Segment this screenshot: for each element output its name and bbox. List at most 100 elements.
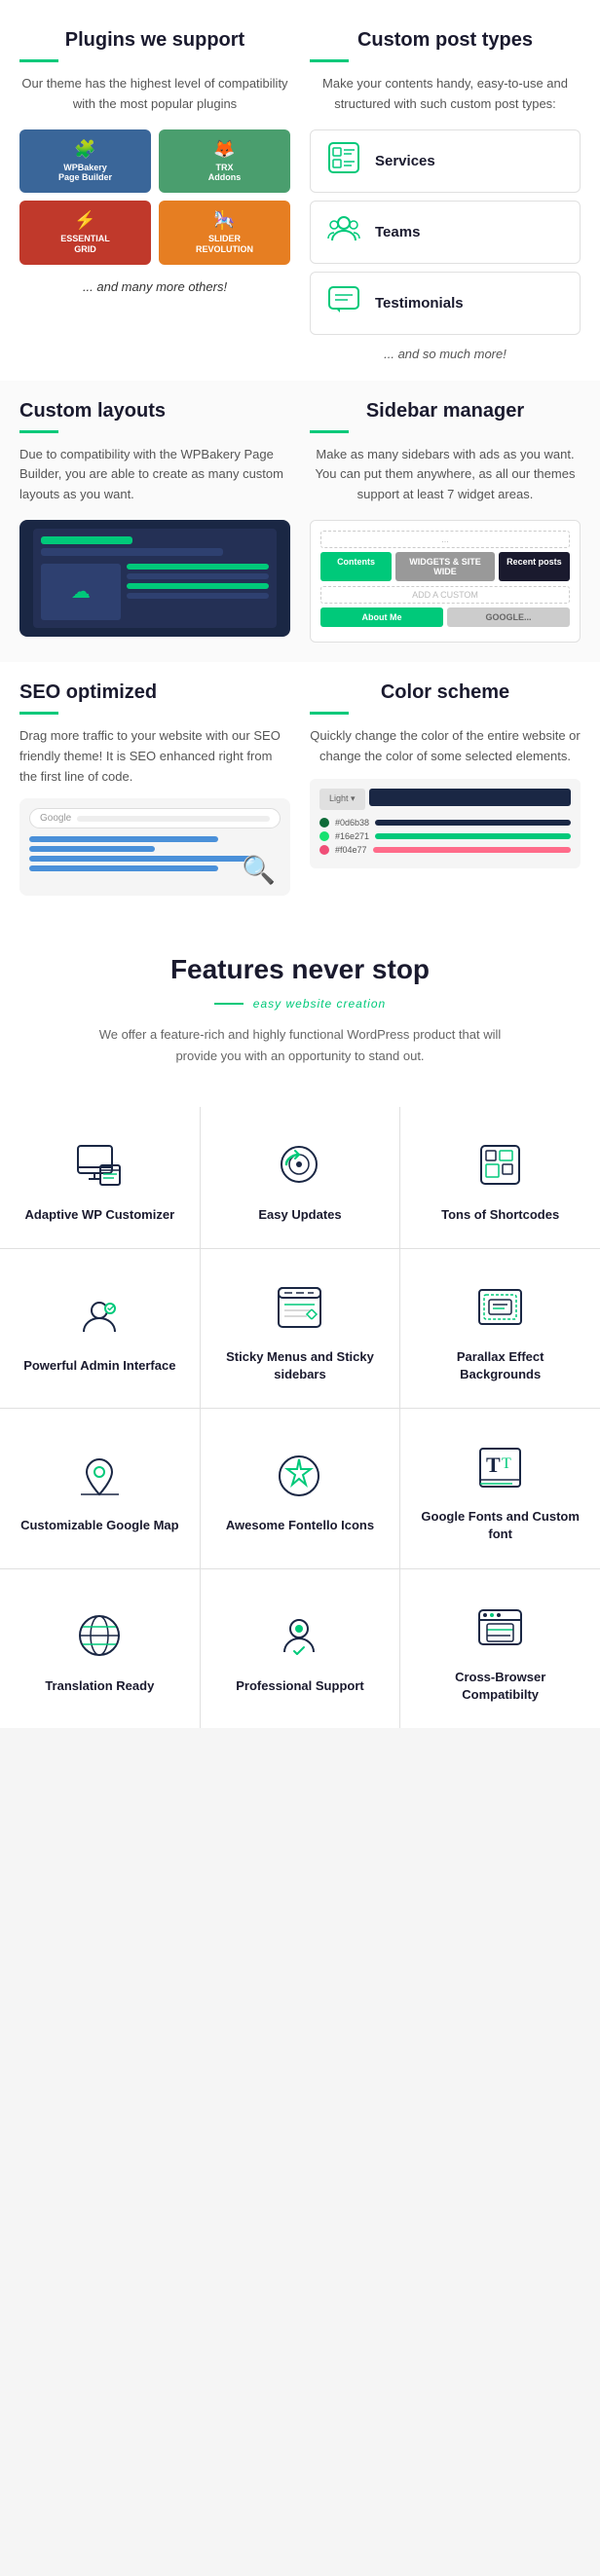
color-scheme-title: Color scheme: [310, 681, 581, 704]
post-type-list: Services Teams: [310, 129, 581, 335]
services-label: Services: [375, 153, 435, 169]
feature-label-browser: Cross-Browser Compatibilty: [415, 1669, 585, 1704]
custom-post-divider: [310, 59, 349, 62]
color-swatch-row-1: #0d6b38: [319, 818, 571, 828]
custom-post-title: Custom post types: [310, 29, 581, 52]
color-dot-3: [319, 845, 329, 855]
layout-content-bar-3: [127, 583, 269, 589]
color-top-bar: Light ▾: [319, 789, 571, 810]
feature-label-updates: Easy Updates: [258, 1206, 341, 1224]
sidebar-btn-contents[interactable]: Contents: [320, 552, 392, 581]
custom-layouts-section: Custom layouts Due to compatibility with…: [19, 400, 290, 643]
slider-icon: 🎠: [213, 210, 235, 231]
post-type-testimonials: Testimonials: [310, 272, 581, 335]
custom-layouts-description: Due to compatibility with the WPBakery P…: [19, 445, 290, 505]
color-swatch-large: [369, 789, 571, 806]
sidebar-btn-about[interactable]: About Me: [320, 607, 443, 627]
plugins-description: Our theme has the highest level of compa…: [19, 74, 290, 115]
layout-sidebar: ☁: [41, 564, 121, 620]
sidebar-btn-widgets[interactable]: WIDGETS & SITE WIDE: [395, 552, 495, 581]
seo-title: SEO optimized: [19, 681, 290, 704]
feature-label-support: Professional Support: [236, 1677, 363, 1695]
feature-parallax: Parallax Effect Backgrounds: [400, 1249, 600, 1408]
custom-layouts-divider: [19, 430, 58, 433]
plugins-section: Plugins we support Our theme has the hig…: [19, 29, 290, 361]
feature-label-parallax: Parallax Effect Backgrounds: [415, 1348, 585, 1383]
features-subtitle-dash: [214, 1003, 244, 1005]
sidebar-dotted-add: ADD A CUSTOM: [320, 586, 570, 604]
layout-content-bar-4: [127, 593, 269, 599]
essential-icon: ⚡: [74, 210, 95, 231]
plugin-badge-essential: ⚡ ESSENTIALGRID: [19, 201, 151, 265]
layout-preview-inner: ☁: [33, 529, 277, 628]
plugins-title: Plugins we support: [19, 29, 290, 52]
layout-content: [127, 564, 269, 620]
google-text: Google: [40, 813, 71, 824]
search-magnifier-icon: 🔍: [242, 854, 276, 886]
trx-label: TRXAddons: [208, 163, 242, 184]
features-description: We offer a feature-rich and highly funct…: [81, 1024, 519, 1067]
plugin-badge-slider: 🎠 SLIDERREVOLUTION: [159, 201, 290, 265]
color-scheme-section: Color scheme Quickly change the color of…: [310, 681, 581, 896]
color-strip-3: [373, 847, 571, 853]
essential-label: ESSENTIALGRID: [60, 234, 110, 255]
seo-line-2: [29, 846, 155, 852]
feature-fonts: T T Google Fonts and Custom font: [400, 1409, 600, 1567]
feature-label-shortcodes: Tons of Shortcodes: [441, 1206, 559, 1224]
plugins-divider: [19, 59, 58, 62]
color-top-pill: Light ▾: [319, 789, 365, 810]
feature-admin: Powerful Admin Interface: [0, 1249, 200, 1408]
fontello-icon: [271, 1447, 329, 1505]
color-strip-1: [375, 820, 571, 826]
color-hex-3: #f04e77: [335, 845, 367, 855]
seo-line-3: [29, 856, 255, 862]
sidebar-manager-description: Make as many sidebars with ads as you wa…: [310, 445, 581, 505]
layout-body: ☁: [41, 564, 269, 620]
trx-icon: 🦊: [213, 139, 235, 160]
color-scheme-description: Quickly change the color of the entire w…: [310, 726, 581, 767]
feature-adaptive-wp: Adaptive WP Customizer: [0, 1107, 200, 1248]
plugins-grid: 🧩 WPBakeryPage Builder 🦊 TRXAddons ⚡ ESS…: [19, 129, 290, 265]
seo-divider: [19, 712, 58, 715]
feature-support: Professional Support: [201, 1569, 400, 1728]
custom-layouts-title: Custom layouts: [19, 400, 290, 423]
feature-translation: Translation Ready: [0, 1569, 200, 1728]
parallax-icon: [471, 1278, 530, 1337]
svg-text:T: T: [502, 1455, 511, 1472]
color-hex-1: #0d6b38: [335, 818, 369, 828]
features-main-title: Features never stop: [19, 954, 581, 985]
updates-icon: [271, 1136, 329, 1195]
seo-description: Drag more traffic to your website with o…: [19, 726, 290, 787]
post-type-teams: Teams: [310, 201, 581, 264]
services-icon: [324, 140, 363, 182]
layout-content-bar-2: [127, 573, 269, 579]
post-type-services: Services: [310, 129, 581, 193]
sidebar-btn-google[interactable]: GOOGLE...: [447, 607, 570, 627]
layout-sidebar-icon: ☁: [71, 579, 91, 604]
teams-icon: [324, 211, 363, 253]
color-hex-2: #16e271: [335, 831, 369, 841]
feature-sticky: Sticky Menus and Sticky sidebars: [201, 1249, 400, 1408]
sticky-icon: [271, 1278, 329, 1337]
fonts-icon: T T: [471, 1438, 530, 1496]
color-strip-2: [375, 833, 571, 839]
plugin-badge-wpbakery: 🧩 WPBakeryPage Builder: [19, 129, 151, 194]
features-subtitle-text: easy website creation: [253, 997, 386, 1011]
seo-preview: Google 🔍: [19, 798, 290, 896]
custom-post-section: Custom post types Make your contents han…: [310, 29, 581, 361]
sidebar-btn-recent[interactable]: Recent posts: [499, 552, 570, 581]
feature-shortcodes: Tons of Shortcodes: [400, 1107, 600, 1248]
seo-line-4: [29, 865, 218, 871]
admin-icon: [70, 1287, 129, 1345]
layout-bar-wide: [41, 548, 223, 556]
feature-map: Customizable Google Map: [0, 1409, 200, 1567]
feature-label-customizer: Adaptive WP Customizer: [25, 1206, 175, 1224]
layout-content-bar-1: [127, 564, 269, 570]
top-section: Plugins we support Our theme has the hig…: [0, 0, 600, 381]
color-dot-2: [319, 831, 329, 841]
sidebar-dotted-label: ...: [320, 531, 570, 548]
feature-fontello: Awesome Fontello Icons: [201, 1409, 400, 1567]
seo-line-1: [29, 836, 218, 842]
feature-label-admin: Powerful Admin Interface: [23, 1357, 175, 1375]
feature-easy-updates: Easy Updates: [201, 1107, 400, 1248]
